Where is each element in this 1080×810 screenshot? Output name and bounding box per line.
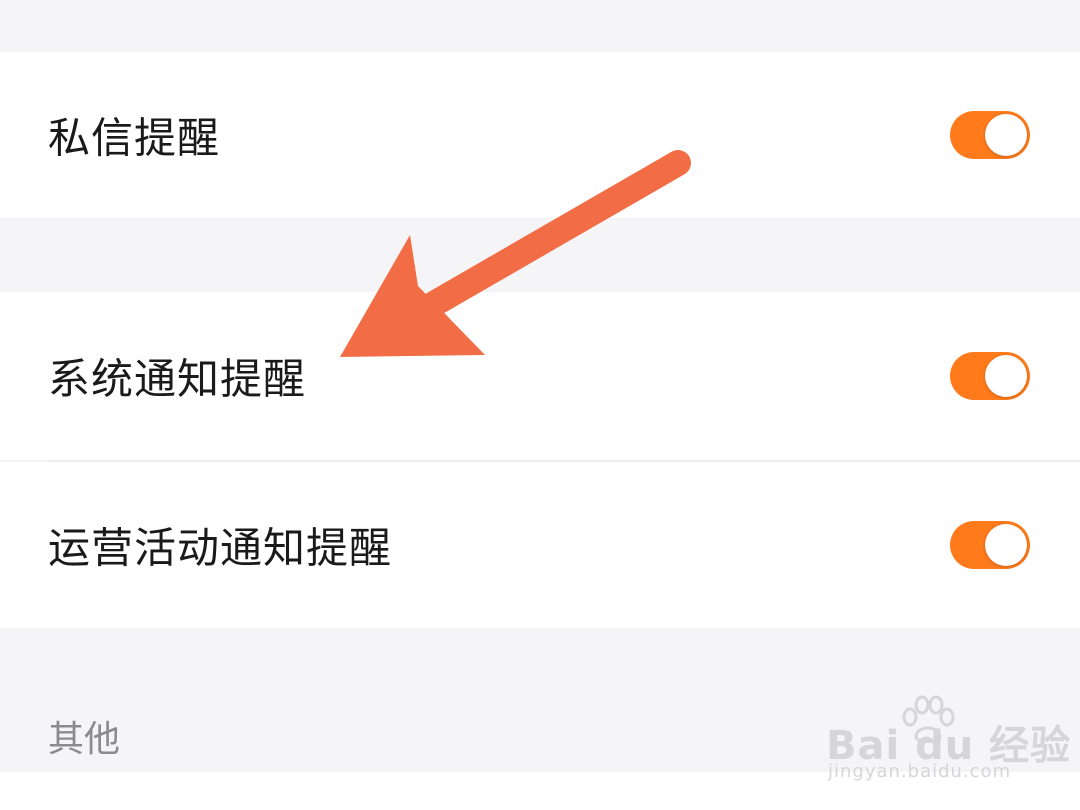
system-notice-label: 系统通知提醒	[48, 354, 307, 404]
toggle-knob	[985, 114, 1027, 156]
campaign-notice-label: 运营活动通知提醒	[48, 523, 393, 573]
private-message-toggle[interactable]	[950, 111, 1030, 159]
private-message-label: 私信提醒	[48, 113, 221, 163]
system-notice-toggle[interactable]	[950, 352, 1030, 400]
section-gap	[0, 218, 1080, 292]
toggle-knob	[985, 355, 1027, 397]
watermark-url: jingyan.baidu.com	[828, 761, 1012, 782]
toggle-knob	[985, 524, 1027, 566]
baidu-jingyan-watermark: Bai du 经验 jingyan.baidu.com	[826, 695, 1070, 790]
settings-row-system-notice[interactable]: 系统通知提醒	[0, 292, 1080, 460]
campaign-notice-toggle[interactable]	[950, 521, 1030, 569]
top-spacer	[0, 0, 1080, 52]
section-other-label: 其他	[48, 719, 121, 760]
settings-row-private-message[interactable]: 私信提醒	[0, 52, 1080, 218]
settings-row-campaign-notice[interactable]: 运营活动通知提醒	[0, 462, 1080, 628]
